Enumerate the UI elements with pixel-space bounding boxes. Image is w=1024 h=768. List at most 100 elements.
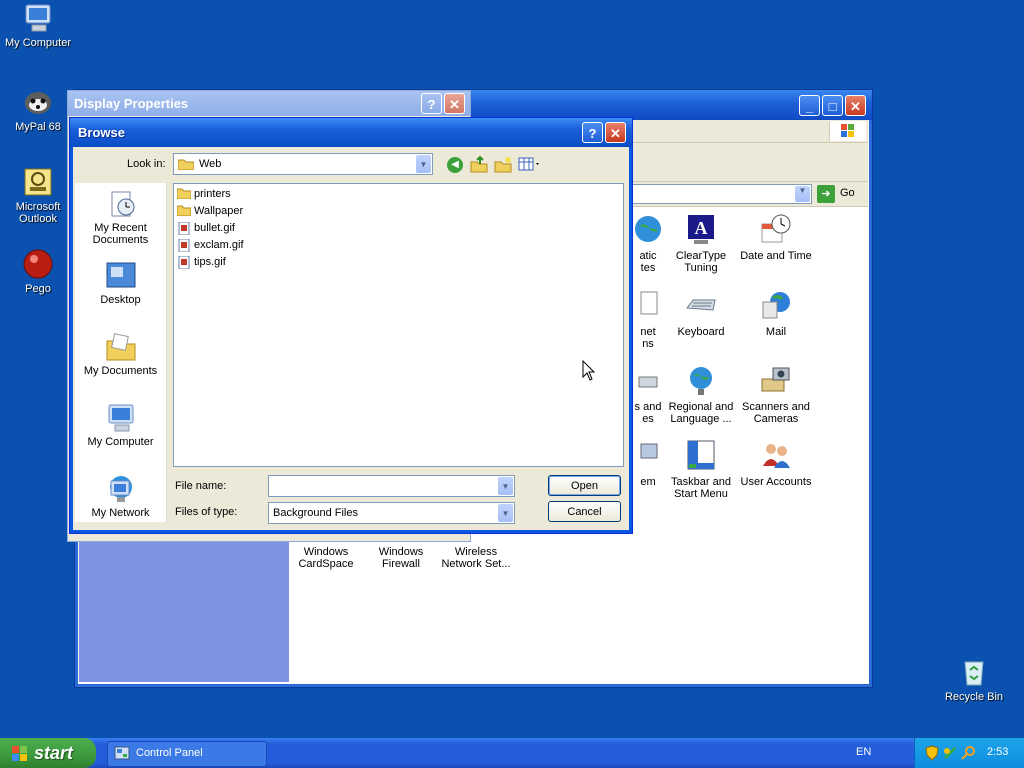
browse-dialog: Browse ? ✕ Look in: Web ▼ ◀ My Recent Do… <box>69 117 633 534</box>
windows-logo-icon <box>11 745 29 767</box>
place-label: My Network <box>91 507 150 519</box>
cp-item-regional-and-language[interactable]: Regional and Language ... <box>662 363 740 425</box>
cp-item-label: net ns <box>640 326 656 350</box>
open-button[interactable]: Open <box>548 475 621 496</box>
help-button[interactable]: ? <box>421 93 442 114</box>
file-name-input[interactable]: ▼ <box>268 475 515 497</box>
place-my-documents[interactable]: My Documents <box>75 331 166 377</box>
list-item[interactable]: Wallpaper <box>176 203 244 219</box>
clock-calendar-icon <box>759 212 793 246</box>
desktop-icon-recycle-bin[interactable]: Recycle Bin <box>936 656 1012 703</box>
windows-logo-icon <box>829 121 866 141</box>
new-folder-icon[interactable] <box>494 155 512 173</box>
clock[interactable]: 2:53 <box>987 746 1008 758</box>
start-label: start <box>34 743 74 763</box>
search-icon[interactable] <box>961 745 977 764</box>
view-menu-icon[interactable] <box>518 155 542 173</box>
control-panel-icon <box>114 746 130 765</box>
look-in-value: Web <box>199 158 222 170</box>
svg-text:A: A <box>695 218 708 238</box>
list-item[interactable]: tips.gif <box>177 254 226 270</box>
my-network-icon <box>105 473 137 505</box>
desktop-icon-label: My Computer <box>4 37 72 49</box>
folder-icon <box>176 205 192 217</box>
cp-item-date-and-time[interactable]: Date and Time <box>737 212 815 262</box>
list-item[interactable]: printers <box>176 186 231 202</box>
cancel-button[interactable]: Cancel <box>548 501 621 522</box>
gif-file-icon <box>177 255 190 270</box>
folder-icon <box>177 158 195 173</box>
desktop-icon-mypal[interactable]: MyPal 68 <box>0 86 76 133</box>
cp-item-label: s and es <box>634 401 662 425</box>
globe-icon <box>631 212 665 246</box>
cp-item-label: Keyboard <box>677 326 725 338</box>
list-item[interactable]: bullet.gif <box>177 220 235 236</box>
cp-item-windows-cardspace[interactable]: Windows CardSpace <box>287 546 365 570</box>
cp-item-user-accounts[interactable]: User Accounts <box>737 438 815 488</box>
chevron-down-icon[interactable]: ▼ <box>498 477 513 495</box>
gif-file-icon <box>177 238 190 253</box>
desktop-icon-label: Pego <box>25 283 51 295</box>
cp-item-keyboard[interactable]: Keyboard <box>662 288 740 338</box>
places-bar: My Recent Documents Desktop My Documents… <box>75 183 167 522</box>
cp-item-taskbar-and-start-menu[interactable]: Taskbar and Start Menu <box>662 438 740 500</box>
language-indicator[interactable]: EN <box>856 746 871 758</box>
place-label: Desktop <box>100 294 141 306</box>
place-my-network[interactable]: My Network <box>75 473 166 519</box>
place-my-recent-documents[interactable]: My Recent Documents <box>75 188 166 246</box>
desktop-icon-label: Microsoft Outlook <box>15 201 61 225</box>
files-of-type-label: Files of type: <box>175 506 238 518</box>
go-button[interactable]: ➜ Go <box>816 184 860 204</box>
cp-item-wireless-network-setup[interactable]: Wireless Network Set... <box>437 546 515 570</box>
cp-item-windows-firewall[interactable]: Windows Firewall <box>362 546 440 570</box>
place-desktop[interactable]: Desktop <box>75 260 166 306</box>
cp-item-cleartype-tuning[interactable]: A ClearType Tuning <box>662 212 740 274</box>
system-tray: 2:53 <box>914 738 1024 768</box>
users-icon <box>759 438 793 472</box>
help-button[interactable]: ? <box>582 122 603 143</box>
desktop-icon-my-computer[interactable]: My Computer <box>0 2 76 49</box>
close-button[interactable]: ✕ <box>605 122 626 143</box>
browse-dialog-title: Browse <box>70 118 632 147</box>
cp-item-label: Wireless Network Set... <box>441 546 511 570</box>
file-list[interactable]: printers Wallpaper bullet.gif exclam.gif… <box>173 183 624 467</box>
up-folder-icon[interactable] <box>470 155 488 173</box>
gif-file-icon <box>177 221 190 236</box>
look-in-select[interactable]: Web ▼ <box>173 153 433 175</box>
taskbar-item-control-panel[interactable]: Control Panel <box>107 741 267 767</box>
file-name: tips.gif <box>194 256 226 268</box>
cp-item-label: User Accounts <box>740 476 812 488</box>
pego-icon <box>22 248 54 280</box>
cp-item-label: Windows CardSpace <box>298 546 354 570</box>
cp-item-scanners-and-cameras[interactable]: Scanners and Cameras <box>737 363 815 425</box>
maximize-button[interactable]: □ <box>822 95 843 116</box>
recent-documents-icon <box>105 188 137 220</box>
file-name: Wallpaper <box>194 205 244 217</box>
security-shield-icon[interactable] <box>925 745 939 764</box>
close-button[interactable]: ✕ <box>444 93 465 114</box>
address-input[interactable]: ▼ <box>615 184 812 204</box>
chevron-down-icon[interactable]: ▼ <box>795 186 810 202</box>
network-icon[interactable] <box>943 745 957 764</box>
file-name: exclam.gif <box>194 239 244 251</box>
taskbar-item-label: Control Panel <box>136 747 203 759</box>
desktop-icon-outlook[interactable]: Microsoft Outlook <box>0 166 76 225</box>
desktop-icon-pego[interactable]: Pego <box>0 248 76 295</box>
look-in-label: Look in: <box>127 158 166 170</box>
start-button[interactable]: start <box>0 738 96 768</box>
folder-icon <box>176 188 192 200</box>
place-my-computer[interactable]: My Computer <box>75 402 166 448</box>
chevron-down-icon[interactable]: ▼ <box>498 504 513 522</box>
close-button[interactable]: ✕ <box>845 95 866 116</box>
file-name: printers <box>194 188 231 200</box>
back-button[interactable]: ◀ <box>447 157 463 173</box>
chevron-down-icon[interactable]: ▼ <box>416 155 431 173</box>
cp-item-label: Regional and Language ... <box>668 401 734 425</box>
place-label: My Documents <box>83 365 158 377</box>
minimize-button[interactable]: _ <box>799 95 820 116</box>
cp-item-label: Windows Firewall <box>378 546 424 570</box>
list-item[interactable]: exclam.gif <box>177 237 244 253</box>
cp-item-label: Date and Time <box>740 250 812 262</box>
files-of-type-select[interactable]: Background Files ▼ <box>268 502 515 524</box>
cp-item-mail[interactable]: Mail <box>737 288 815 338</box>
